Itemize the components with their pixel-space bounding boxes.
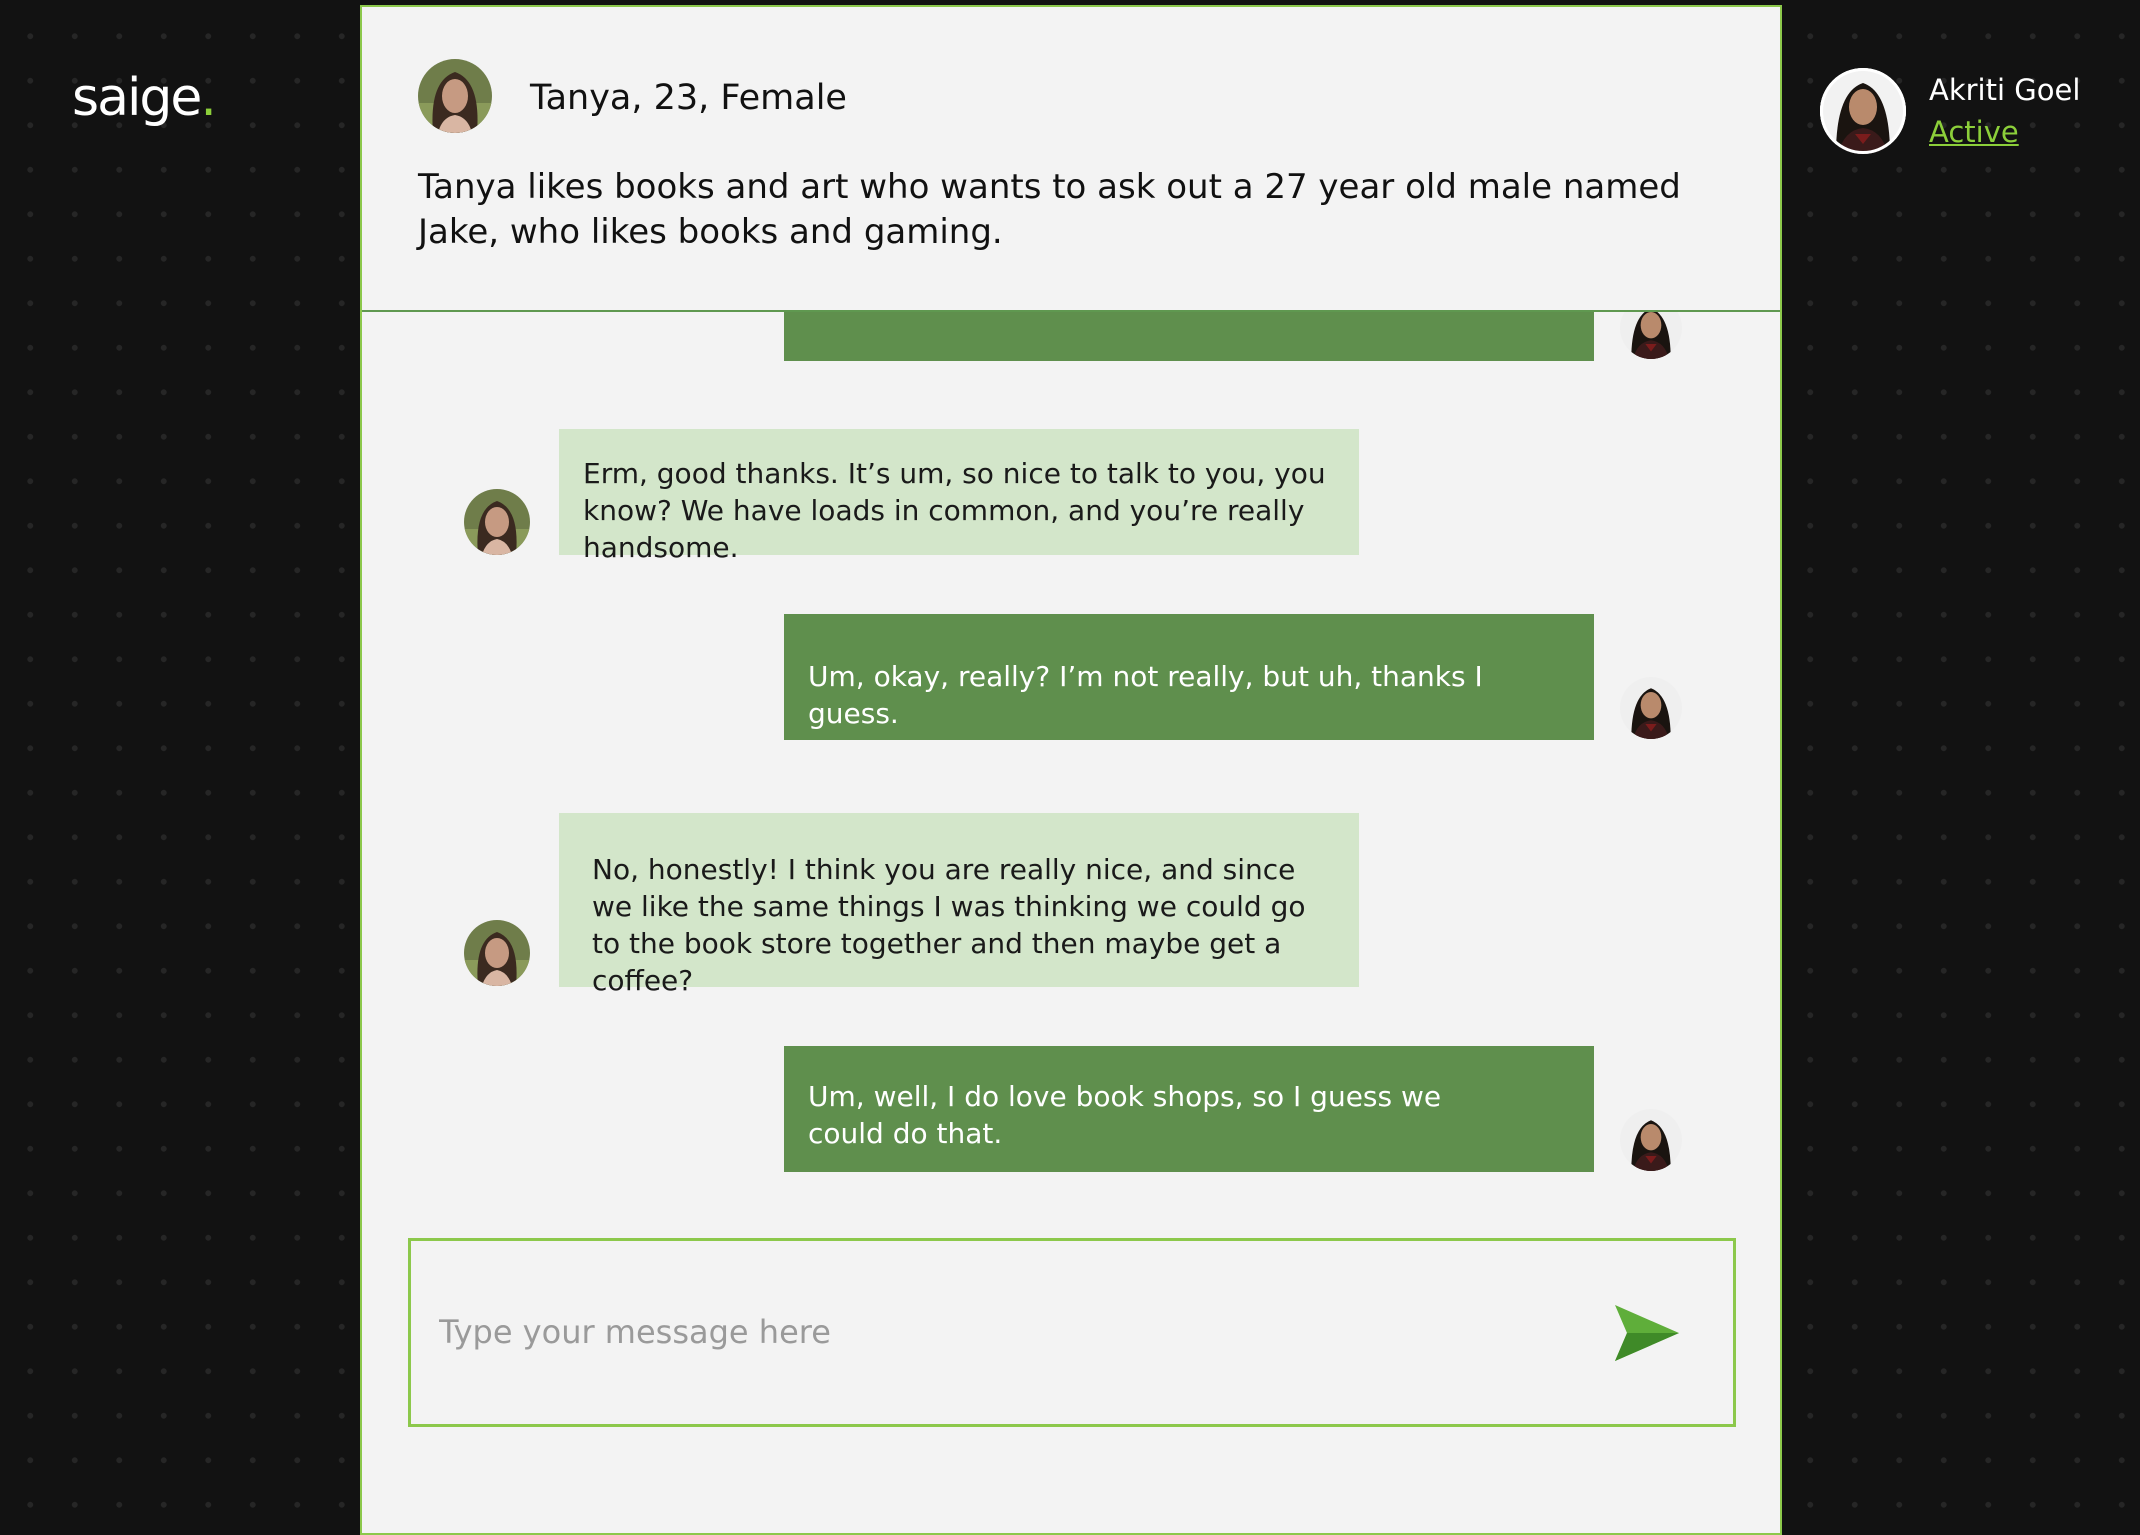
send-button[interactable] [1611, 1301, 1683, 1365]
user-status-link[interactable]: Active [1929, 114, 2019, 150]
persona-message-avatar [464, 489, 530, 555]
chat-panel: Erm, good thanks. It’s um, so nice to ta… [360, 5, 1782, 1535]
message-text: Um, okay, really? I’m not really, but uh… [808, 660, 1483, 730]
persona-name-line: Tanya, 23, Female [530, 78, 847, 118]
logo-dot: . [200, 68, 216, 128]
user-message-avatar [1620, 1109, 1682, 1171]
user-name: Akriti Goel [1929, 73, 2081, 107]
persona-message-avatar [464, 920, 530, 986]
user-message-bubble: Um, well, I do love book shops, so I gue… [784, 1046, 1594, 1172]
persona-description: Tanya likes books and art who wants to a… [418, 167, 1681, 252]
user-avatar[interactable] [1820, 68, 1906, 154]
send-icon[interactable] [1611, 1301, 1683, 1365]
persona-avatar [418, 59, 492, 133]
message-text: Um, well, I do love book shops, so I gue… [808, 1080, 1442, 1150]
message-text: Erm, good thanks. It’s um, so nice to ta… [583, 457, 1326, 564]
message-composer [408, 1238, 1736, 1427]
logo-text: saige [72, 68, 202, 128]
user-message-bubble: Um, okay, really? I’m not really, but uh… [784, 614, 1594, 740]
persona-header: Tanya, 23, Female Tanya likes books and … [362, 7, 1780, 312]
message-input[interactable] [437, 1291, 1541, 1373]
saige-logo: saige. [72, 72, 217, 124]
persona-message-bubble: No, honestly! I think you are really nic… [559, 813, 1359, 997]
persona-message-bubble: Erm, good thanks. It’s um, so nice to ta… [559, 429, 1359, 564]
message-text: No, honestly! I think you are really nic… [592, 853, 1306, 997]
user-message-avatar [1620, 677, 1682, 739]
